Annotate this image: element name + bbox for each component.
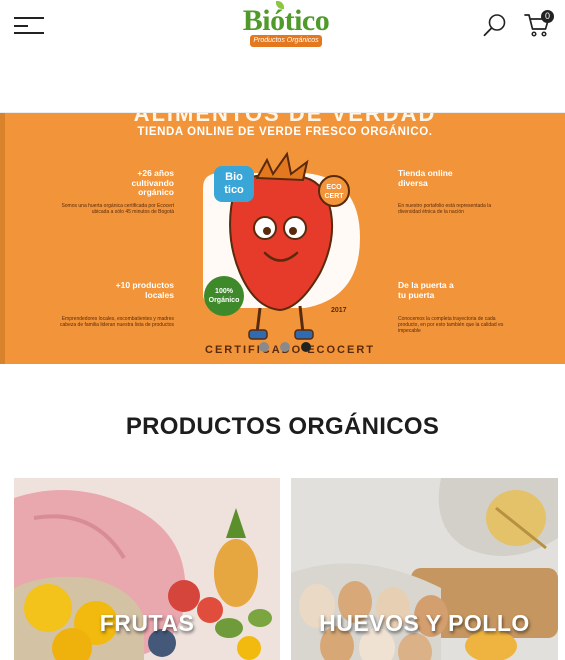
stat-years-title: +26 años cultivando orgánico <box>131 168 174 197</box>
ecocert-badge: ECO CERT <box>318 175 350 207</box>
stat-store-text: En nuestro portafolio está representada … <box>398 203 492 215</box>
hero-banner-slider[interactable]: ALIMENTOS DE VERDAD TIENDA ONLINE DE VER… <box>0 113 565 364</box>
stat-delivery-title: De la puerta a tu puerta <box>398 280 454 300</box>
biotico-badge: Bio tico <box>214 166 254 202</box>
cart-count-badge: 0 <box>541 10 554 23</box>
category-label-huevos-y-pollo: HUEVOS Y POLLO <box>319 610 530 636</box>
slider-pagination <box>259 342 319 352</box>
site-logo[interactable]: Biótico Productos Orgánicos <box>236 1 336 48</box>
section-title: PRODUCTOS ORGÁNICOS <box>125 413 440 440</box>
previous-slide-edge <box>0 113 5 364</box>
banner-heading: ALIMENTOS DE VERDAD <box>133 113 437 126</box>
slider-dot-1[interactable] <box>259 342 269 352</box>
stat-products-title: +10 productos locales <box>115 280 174 300</box>
stat-products-text: Emprendedores locales, excombatientes y … <box>60 316 174 328</box>
logo-tagline: Productos Orgánicos <box>250 35 322 47</box>
site-header: Biótico Productos Orgánicos 0 <box>0 0 565 113</box>
logo-wordmark: Biótico <box>242 4 330 37</box>
stat-delivery-text: Conocemos la completa trayectoria de cad… <box>398 316 504 334</box>
slider-dot-3-active[interactable] <box>301 342 311 352</box>
search-icon[interactable] <box>483 13 507 37</box>
banner-subheading: TIENDA ONLINE DE VERDE FRESCO ORGÁNICO. <box>137 126 433 138</box>
banner-year: 2017 <box>331 307 347 314</box>
category-card-huevos-y-pollo[interactable]: HUEVOS Y POLLO <box>291 478 558 660</box>
organic-badge: 100% Orgánico <box>204 276 244 316</box>
stat-store-title: Tienda online diversa <box>398 168 453 188</box>
slider-dot-2[interactable] <box>280 342 290 352</box>
hamburger-menu-icon[interactable] <box>14 17 46 35</box>
stat-years-text: Somos una huerta orgánica certificada po… <box>61 203 174 215</box>
category-card-frutas[interactable]: FRUTAS <box>14 478 280 660</box>
category-label-frutas: FRUTAS <box>99 610 195 636</box>
